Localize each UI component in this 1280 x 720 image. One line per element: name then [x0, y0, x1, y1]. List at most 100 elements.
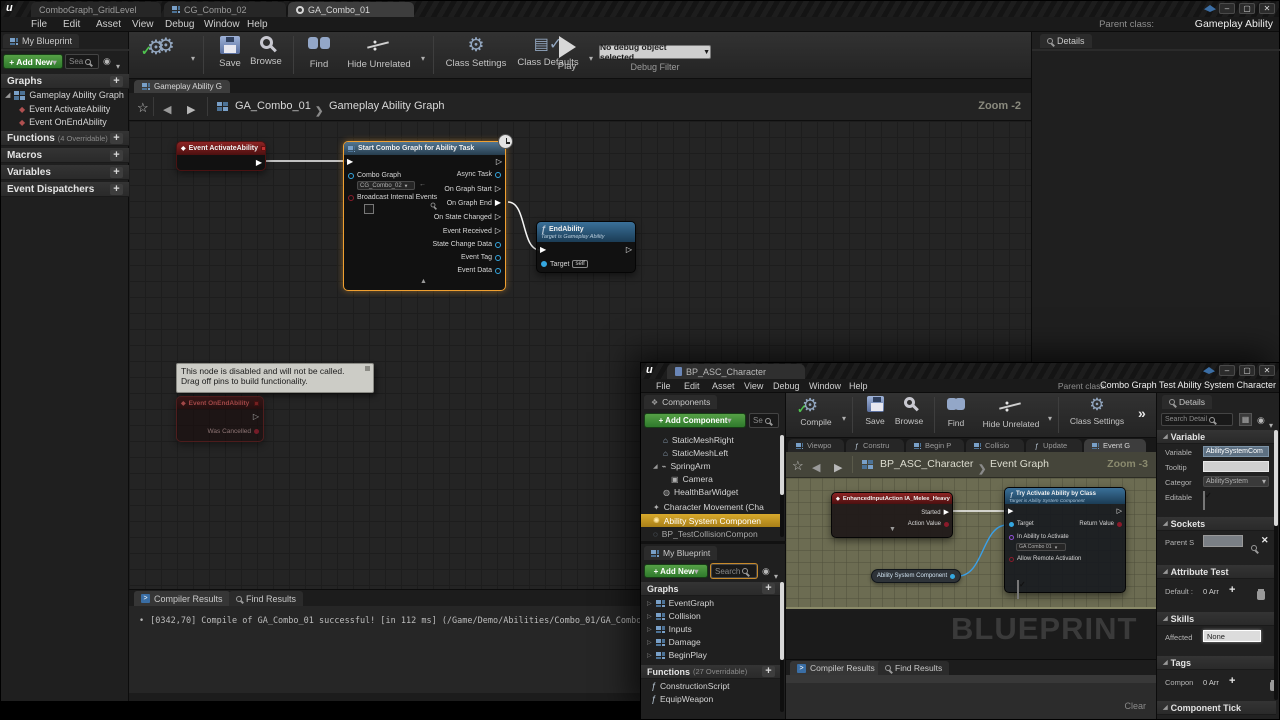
- node-try-activate-ability[interactable]: Try Activate Ability by Class Target is …: [1004, 487, 1126, 593]
- class-settings-button[interactable]: ⚙ Class Settings: [441, 34, 511, 69]
- bookmark-star-icon[interactable]: [137, 99, 149, 117]
- find-button[interactable]: Find: [938, 395, 974, 428]
- menu-debug[interactable]: Debug: [773, 381, 800, 391]
- toolbar-overflow-icon[interactable]: [1138, 405, 1146, 423]
- broadcast-checkbox[interactable]: [364, 204, 374, 214]
- close-button[interactable]: ✕: [1259, 3, 1275, 14]
- class-settings-button[interactable]: ⚙ Class Settings: [1064, 395, 1130, 426]
- asc-blueprint-search-input[interactable]: Search: [711, 564, 757, 578]
- nav-forward-icon[interactable]: [187, 100, 195, 118]
- add-graph-button[interactable]: +: [110, 76, 123, 87]
- bool-pin[interactable]: [1009, 557, 1014, 562]
- exec-pin[interactable]: [495, 199, 501, 207]
- parent-socket-field[interactable]: [1203, 535, 1243, 547]
- pin-event-data[interactable]: Event Data: [457, 267, 501, 274]
- asc-graphs-header[interactable]: Graphs +: [641, 582, 781, 596]
- exec-pin[interactable]: [495, 213, 501, 221]
- exec-in-pin[interactable]: [1008, 508, 1013, 516]
- compiler-results-tab[interactable]: > Compiler Results: [134, 591, 230, 606]
- minimize-button[interactable]: –: [1219, 3, 1235, 14]
- nav-back-icon[interactable]: [163, 100, 171, 118]
- target-self-chip[interactable]: self: [572, 260, 587, 268]
- expand-node-icon[interactable]: [889, 518, 896, 536]
- doc-tab-gameplay-ability-graph[interactable]: Gameplay Ability G: [134, 80, 230, 93]
- component-camera[interactable]: ▣ Camera: [671, 474, 713, 484]
- object-pin[interactable]: [541, 261, 547, 267]
- functions-section-header[interactable]: Functions (4 Overridable) +: [1, 131, 129, 146]
- expander-icon[interactable]: ▷: [647, 626, 652, 633]
- my-blueprint-tab[interactable]: My Blueprint: [3, 34, 79, 48]
- function-item-constructionscript[interactable]: ConstructionScript: [651, 681, 729, 691]
- browse-button[interactable]: Browse: [243, 34, 289, 67]
- variable-name-field[interactable]: AbilitySystemCom: [1203, 446, 1269, 457]
- menu-window[interactable]: Window: [204, 19, 240, 30]
- component-staticmeshright[interactable]: ⌂ StaticMeshRight: [663, 435, 734, 445]
- doc-tab-collision[interactable]: Collisio: [966, 439, 1024, 452]
- bookmark-star-icon[interactable]: [792, 457, 804, 475]
- expander-icon[interactable]: ▷: [647, 639, 652, 646]
- doc-tab-viewport[interactable]: Viewpo: [788, 439, 844, 452]
- category-dropdown[interactable]: AbilitySystem: [1203, 476, 1269, 487]
- graph-item-collision[interactable]: ▷ Collision: [647, 611, 701, 621]
- exec-pin[interactable]: [495, 227, 501, 235]
- node-endability[interactable]: EndAbility Target is Gameplay Ability Ta…: [536, 221, 636, 273]
- affected-field[interactable]: None: [1203, 630, 1261, 642]
- bool-pin[interactable]: [254, 429, 259, 434]
- find-results-tab[interactable]: Find Results: [878, 661, 949, 675]
- nav-forward-icon[interactable]: [834, 458, 842, 476]
- graph-item-eventgraph[interactable]: ▷ EventGraph: [647, 598, 714, 608]
- component-staticmeshleft[interactable]: ⌂ StaticMeshLeft: [663, 448, 728, 458]
- tutorial-cap-icon[interactable]: [1203, 367, 1215, 374]
- doc-tab-eventgraph[interactable]: Event G: [1084, 439, 1146, 452]
- sockets-section-header[interactable]: ◢ Sockets: [1157, 517, 1276, 531]
- object-pin[interactable]: [348, 173, 354, 179]
- play-options-chevron[interactable]: [589, 48, 593, 66]
- tree-item-event-onendability[interactable]: Event OnEndAbility: [19, 117, 107, 127]
- maximize-button[interactable]: ▢: [1239, 3, 1255, 14]
- node-event-activateability[interactable]: Event ActivateAbility: [176, 141, 266, 171]
- graphs-section-header[interactable]: Graphs +: [1, 74, 129, 89]
- expander-icon[interactable]: ▷: [647, 613, 652, 620]
- asset-tab-combograph-gridlevel[interactable]: ComboGraph_GridLevel: [31, 2, 161, 17]
- expander-icon[interactable]: ◢: [653, 463, 658, 470]
- pin-allow-remote-activation[interactable]: Allow Remote Activation: [1009, 556, 1081, 562]
- tags-section-header[interactable]: ◢ Tags: [1157, 656, 1276, 670]
- combo-graph-dropdown[interactable]: CG_Combo_02: [357, 181, 415, 190]
- doc-tab-beginplay[interactable]: Begin P: [906, 439, 964, 452]
- function-item-equipweapon[interactable]: EquipWeapon: [651, 694, 713, 704]
- exec-out-pin[interactable]: [626, 246, 632, 254]
- browse-to-asset-icon[interactable]: [431, 203, 436, 208]
- chevron-down-icon[interactable]: [116, 56, 120, 74]
- hide-unrelated-chevron[interactable]: [1048, 408, 1052, 426]
- object-pin[interactable]: [950, 574, 955, 579]
- object-pin[interactable]: [1009, 522, 1014, 527]
- exec-out-pin[interactable]: [1117, 508, 1122, 516]
- tooltip-field[interactable]: [1203, 461, 1269, 472]
- hide-unrelated-chevron[interactable]: [421, 48, 425, 66]
- graph-item-beginplay[interactable]: ▷ BeginPlay: [647, 650, 707, 660]
- pin-state-change-data[interactable]: State Change Data: [432, 241, 501, 248]
- parent-class-value[interactable]: Combo Graph Test Ability System Characte…: [1100, 380, 1276, 390]
- node-enhanced-input-action[interactable]: EnhancedInputAction IA_Melee_Heavy Start…: [831, 492, 953, 538]
- pin-async-task[interactable]: Async Task: [457, 171, 501, 178]
- add-function-button[interactable]: +: [110, 133, 123, 144]
- use-selected-icon[interactable]: ←: [419, 181, 426, 188]
- add-element-icon[interactable]: +: [1229, 584, 1235, 596]
- struct-pin[interactable]: [495, 242, 501, 248]
- graph-item-damage[interactable]: ▷ Damage: [647, 637, 701, 647]
- exec-in-pin[interactable]: [347, 158, 353, 166]
- menu-asset[interactable]: Asset: [96, 19, 121, 30]
- add-macro-button[interactable]: +: [110, 150, 123, 161]
- tree-item-gameplay-ability-graph[interactable]: ◢ Gameplay Ability Graph: [5, 90, 124, 100]
- pin-in-ability-to-activate[interactable]: In Ability to Activate: [1009, 534, 1069, 540]
- variable-section-header[interactable]: ◢ Variable: [1157, 430, 1276, 444]
- exec-pin[interactable]: [944, 509, 949, 517]
- pin-event-tag[interactable]: Event Tag: [461, 254, 501, 261]
- pin-started[interactable]: Started: [921, 509, 949, 517]
- details-search-input[interactable]: Search Detail: [1161, 413, 1233, 426]
- breadcrumb-graph[interactable]: Gameplay Ability Graph: [329, 100, 445, 112]
- filter-eye-icon[interactable]: [762, 566, 770, 577]
- menu-debug[interactable]: Debug: [165, 19, 194, 30]
- component-springarm[interactable]: ◢ ⌁ SpringArm: [653, 461, 711, 471]
- components-search-input[interactable]: Se: [749, 413, 779, 428]
